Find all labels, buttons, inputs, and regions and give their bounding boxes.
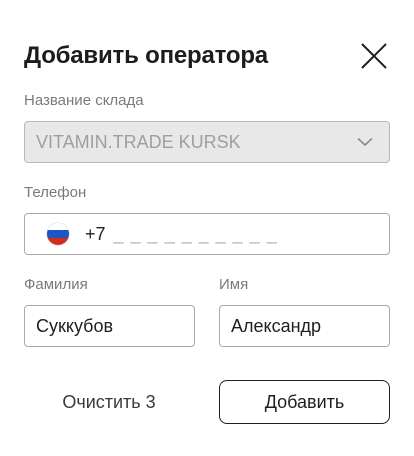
warehouse-label: Название склада [24, 92, 144, 109]
warehouse-select: VITAMIN.TRADE KURSK [24, 121, 390, 163]
close-icon[interactable] [360, 42, 388, 70]
surname-label: Фамилия [24, 276, 88, 293]
name-field[interactable]: Александр [219, 305, 390, 347]
chevron-down-icon [357, 137, 373, 147]
name-value[interactable]: Александр [220, 316, 321, 337]
add-button[interactable]: Добавить [219, 380, 390, 424]
russia-flag-icon[interactable] [47, 223, 69, 245]
phone-field[interactable]: +7 _ _ _ _ _ _ _ _ _ _ [24, 213, 390, 255]
phone-input-mask[interactable]: _ _ _ _ _ _ _ _ _ _ [114, 224, 278, 245]
warehouse-value: VITAMIN.TRADE KURSK [36, 131, 241, 152]
phone-country-code: +7 [85, 223, 106, 244]
name-label: Имя [219, 276, 249, 293]
dialog-title: Добавить оператора [24, 42, 268, 69]
clear-button[interactable]: Очистить 3 [24, 380, 194, 424]
surname-field[interactable]: Суккубов [24, 305, 195, 347]
surname-value[interactable]: Суккубов [25, 316, 113, 337]
phone-label: Телефон [24, 184, 87, 201]
